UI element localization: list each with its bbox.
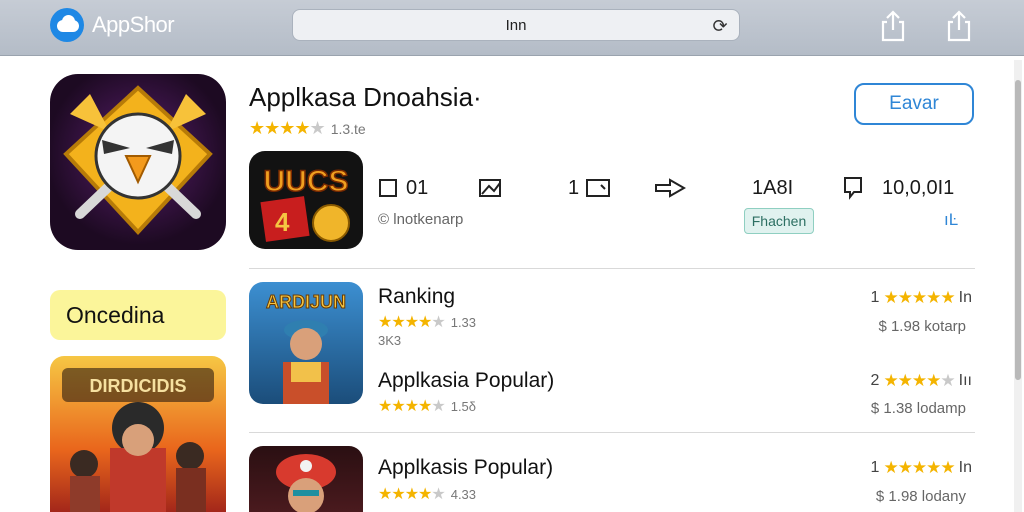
promo-banner-text: DIRDICIDIS <box>89 376 186 396</box>
list-item-count: 3K3 <box>378 333 402 348</box>
list-item-rating: ★★★★★ 1.33 <box>378 312 476 332</box>
stat-devices-value: 1 <box>568 176 580 199</box>
stat-devices: 1 <box>568 176 611 200</box>
rank-suffix: In <box>958 289 972 306</box>
rank-stars: ★★★★★ <box>883 371 955 390</box>
stat-reviews: 10,0,0I1 <box>842 176 954 200</box>
svg-text:4: 4 <box>275 207 290 237</box>
promo-label[interactable]: Oncedina <box>50 290 226 340</box>
app-icon[interactable] <box>50 74 226 250</box>
developer-icon: © <box>378 211 390 228</box>
list-item-rank: 2 ★★★★★ Iıı <box>871 371 972 391</box>
list-item-rating: ★★★★★ 1.5δ <box>378 396 476 416</box>
share-arrow-icon[interactable] <box>654 176 686 200</box>
get-button[interactable]: Eavar <box>854 83 974 125</box>
stat-size-value: 01 <box>406 176 429 199</box>
game-icon-text: UUCS <box>263 165 348 198</box>
rank-number: 2 <box>870 372 880 389</box>
address-bar[interactable]: Inn ⟳ <box>292 9 740 41</box>
rating-stars: ★★★★★ <box>378 486 446 503</box>
share-icon[interactable] <box>878 10 908 42</box>
address-text: Inn <box>505 17 527 34</box>
developer-name: © lnotkenarp <box>378 211 463 228</box>
list-item-rank: 1 ★★★★★ In <box>871 458 972 478</box>
developer-text: lnotkenarp <box>393 211 464 228</box>
rank-stars: ★★★★★ <box>883 288 955 307</box>
list-item-icon-text: ARDIJUN <box>266 292 346 312</box>
app-rating: ★★★★★ 1.3.te <box>249 118 366 139</box>
divider <box>249 268 975 269</box>
promo-art: DIRDICIDIS <box>62 368 214 512</box>
list-item-rank: 1 ★★★★★ In <box>871 288 972 308</box>
rank-number: 1 <box>870 289 880 306</box>
brand-name: AppShor <box>92 12 175 37</box>
info-icon[interactable]: ıĿ <box>944 210 958 230</box>
promo-banner[interactable]: DIRDICIDIS <box>50 356 226 512</box>
app-title: Applkasa Dnoahsia· <box>249 82 482 112</box>
list-item-price: $ 1.38 lodamp <box>870 400 966 417</box>
game-icon-art: 4 UUCS <box>260 164 350 242</box>
category-badge[interactable]: Fhachen <box>744 208 814 234</box>
stat-reviews-value: 10,0,0I1 <box>882 176 955 199</box>
list-item-icon-art <box>276 454 336 512</box>
rank-suffix: Iıı <box>958 372 972 389</box>
rank-number: 1 <box>870 459 880 476</box>
rating-text: 1.3.te <box>330 120 366 137</box>
rank-stars: ★★★★★ <box>883 458 955 477</box>
reload-icon[interactable]: ⟳ <box>709 15 731 37</box>
rating-stars: ★★★★★ <box>378 314 446 331</box>
stat-screenshots[interactable] <box>478 176 504 200</box>
rating-text: 1.5δ <box>450 398 477 414</box>
stat-age-value: 1A8I <box>752 176 794 199</box>
rank-suffix: In <box>958 459 972 476</box>
list-item-price: $ 1.98 kotarp <box>878 318 966 335</box>
list-item-rating: ★★★★★ 4.33 <box>378 484 476 504</box>
rating-text: 1.33 <box>450 314 477 330</box>
list-item-title[interactable]: Applkasia Popular) <box>378 369 554 393</box>
rating-text: 4.33 <box>450 486 477 502</box>
list-item-icon-art: ARDIJUN <box>265 292 347 404</box>
scrollbar-thumb[interactable] <box>1015 80 1021 380</box>
eagle-emblem-icon <box>63 85 213 235</box>
scrollbar[interactable] <box>1014 60 1022 512</box>
rating-stars: ★★★★★ <box>249 118 326 138</box>
stat-size: 01 <box>378 176 428 200</box>
rating-stars: ★★★★★ <box>378 398 446 415</box>
list-item-icon[interactable] <box>249 446 363 512</box>
brand[interactable]: AppShor <box>50 8 175 42</box>
browser-toolbar: AppShor Inn ⟳ <box>0 0 1024 56</box>
list-item-title[interactable]: Applkasis Popular) <box>378 456 553 480</box>
list-item-icon[interactable]: ARDIJUN <box>249 282 363 404</box>
game-icon[interactable]: 4 UUCS <box>249 151 363 249</box>
cloud-logo-icon <box>50 8 84 42</box>
list-item-price: $ 1.98 lodany <box>875 488 966 505</box>
list-item-title[interactable]: Ranking <box>378 285 455 309</box>
share-icon[interactable] <box>944 10 974 42</box>
stat-age: 1A8I <box>752 176 793 200</box>
divider <box>249 432 975 433</box>
